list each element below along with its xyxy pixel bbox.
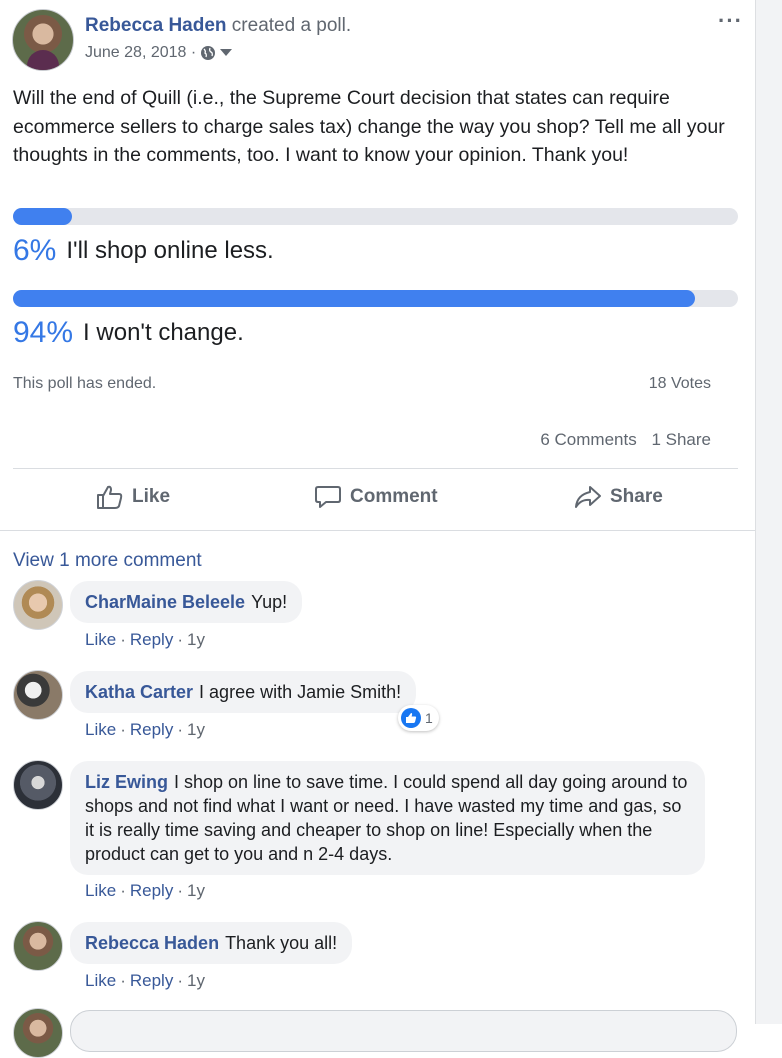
view-more-comments-link[interactable]: View 1 more comment [13, 550, 202, 572]
comments-count-link[interactable]: 6 Comments [540, 430, 636, 449]
comment-reply-link[interactable]: Reply [130, 971, 173, 990]
caret-down-icon[interactable] [220, 49, 233, 57]
comment-actions: Like · Reply · 1y [85, 630, 205, 649]
like-reaction-icon [401, 708, 421, 728]
author-name-link[interactable]: Rebecca Haden [85, 15, 227, 36]
poll-option-label: I'll shop online less. [66, 237, 274, 264]
author-avatar[interactable] [12, 9, 74, 71]
poll-option[interactable]: 6% I'll shop online less. [13, 234, 274, 268]
poll-votes-link[interactable]: 18 Votes [649, 375, 711, 393]
comment-reply-link[interactable]: Reply [130, 630, 173, 649]
comment-bubble: Katha Carter I agree with Jamie Smith! [70, 671, 417, 713]
comment-text: Yup! [251, 592, 288, 612]
post-date-link[interactable]: June 28, 2018 · [85, 44, 196, 62]
post-text: Will the end of Quill (i.e., the Supreme… [13, 87, 725, 166]
comment-label: Comment [350, 486, 438, 507]
comment-like-link[interactable]: Like [85, 630, 116, 649]
poll-bar-track[interactable] [13, 208, 738, 225]
current-user-avatar [13, 1008, 63, 1058]
commenter-avatar[interactable] [13, 760, 63, 810]
comment-bubble-icon [315, 486, 341, 508]
reaction-count-badge[interactable]: 1 [398, 705, 439, 731]
commenter-avatar[interactable] [13, 580, 63, 630]
commenter-avatar[interactable] [13, 921, 63, 971]
comment-bubble: CharMaine Beleele Yup! [70, 581, 303, 623]
post-header: Rebecca Haden created a poll. [85, 15, 351, 37]
comment-bubble: Liz Ewing I shop on line to save time. I … [70, 761, 705, 875]
shares-count-link[interactable]: 1 Share [651, 430, 711, 449]
globe-icon[interactable] [200, 45, 216, 61]
comment-reply-link[interactable]: Reply [130, 881, 173, 900]
post-action-text: created a poll. [231, 15, 352, 36]
poll-bar-track[interactable] [13, 290, 738, 307]
divider [0, 530, 755, 531]
comment-like-link[interactable]: Like [85, 971, 116, 990]
poll-bar-fill [13, 208, 73, 225]
comment-button[interactable]: Comment [314, 484, 438, 510]
comment-input[interactable] [70, 1010, 737, 1052]
poll-option-label: I won't change. [83, 319, 244, 346]
poll-option[interactable]: 94% I won't change. [13, 316, 244, 350]
comment-like-link[interactable]: Like [85, 720, 116, 739]
commenter-avatar[interactable] [13, 670, 63, 720]
comment-text: I agree with Jamie Smith! [199, 682, 402, 702]
poll-option-percent: 94% [13, 316, 74, 349]
poll-status: This poll has ended. [13, 375, 157, 392]
commenter-name-link[interactable]: Katha Carter [85, 682, 193, 702]
share-button[interactable]: Share [574, 484, 663, 510]
commenter-name-link[interactable]: Rebecca Haden [85, 933, 219, 953]
comment-time[interactable]: 1y [187, 881, 205, 900]
comment-bubble: Rebecca Haden Thank you all! [70, 922, 353, 964]
comment-text: I shop on line to save time. I could spe… [85, 772, 688, 864]
comment-actions: Like · Reply · 1y [85, 971, 205, 990]
comment-like-link[interactable]: Like [85, 881, 116, 900]
comment-time[interactable]: 1y [187, 971, 205, 990]
comment-text: Thank you all! [225, 933, 338, 953]
reaction-count: 1 [425, 710, 433, 726]
poll-bar-fill [13, 290, 695, 307]
commenter-name-link[interactable]: CharMaine Beleele [85, 592, 245, 612]
post-meta: June 28, 2018 · [85, 44, 233, 62]
like-label: Like [132, 486, 171, 507]
like-button[interactable]: Like [96, 484, 170, 510]
comment-time[interactable]: 1y [187, 630, 205, 649]
divider [13, 468, 738, 469]
comment-actions: Like · Reply · 1y [85, 720, 205, 739]
post-card: Rebecca Haden created a poll. June 28, 2… [0, 0, 755, 1058]
comment-time[interactable]: 1y [187, 720, 205, 739]
share-arrow-icon [575, 486, 601, 508]
comment-actions: Like · Reply · 1y [85, 881, 205, 900]
commenter-name-link[interactable]: Liz Ewing [85, 772, 168, 792]
poll-option-percent: 6% [13, 234, 57, 267]
thumbs-up-icon [97, 485, 123, 509]
right-rail [755, 0, 782, 1024]
engagement-counts: 6 Comments 1 Share [530, 430, 711, 450]
share-label: Share [610, 486, 663, 507]
more-options-button[interactable]: ··· [718, 8, 743, 34]
comment-reply-link[interactable]: Reply [130, 720, 173, 739]
